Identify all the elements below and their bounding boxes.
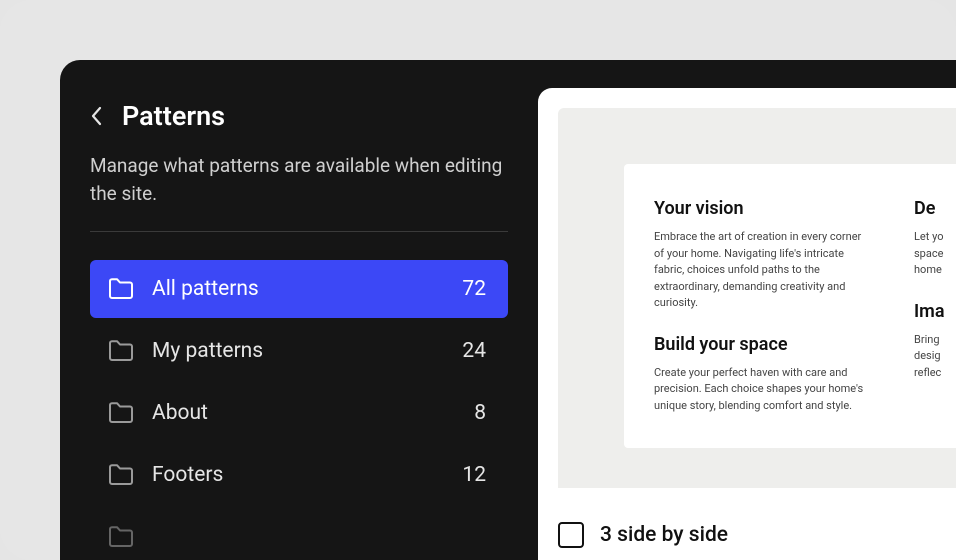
- preview-block: Your vision Embrace the art of creation …: [654, 198, 874, 312]
- nav-list: All patterns 72 My patterns 24: [90, 260, 508, 560]
- sidebar-item-partial[interactable]: [90, 508, 508, 560]
- folder-icon: [108, 464, 134, 486]
- block-heading: De: [914, 198, 956, 219]
- outer-card: Patterns Manage what patterns are availa…: [0, 0, 956, 560]
- sidebar-item-label: About: [152, 401, 208, 425]
- sidebar-item-label: Footers: [152, 463, 223, 487]
- block-body: Bring desig reflec: [914, 332, 956, 382]
- page-description: Manage what patterns are available when …: [90, 152, 508, 207]
- page-title: Patterns: [122, 100, 225, 132]
- sidebar-item-my-patterns[interactable]: My patterns 24: [90, 322, 508, 380]
- block-heading: Ima: [914, 301, 956, 322]
- sidebar-item-count: 8: [474, 401, 486, 425]
- sidebar-item-count: 12: [462, 463, 486, 487]
- pattern-caption: 3 side by side: [600, 523, 728, 547]
- sidebar-item-footers[interactable]: Footers 12: [90, 446, 508, 504]
- pattern-checkbox[interactable]: [558, 522, 584, 548]
- block-heading: Build your space: [654, 334, 874, 355]
- divider: [90, 231, 508, 232]
- sidebar: Patterns Manage what patterns are availa…: [60, 60, 538, 560]
- sidebar-header: Patterns: [90, 100, 508, 132]
- block-body: Let yo space home: [914, 229, 956, 279]
- preview-block: Build your space Create your perfect hav…: [654, 334, 874, 415]
- sidebar-item-count: 24: [462, 339, 486, 363]
- preview-panel: Your vision Embrace the art of creation …: [538, 88, 956, 560]
- app-window: Patterns Manage what patterns are availa…: [60, 60, 956, 560]
- preview-column-2: De Let yo space home Ima Bring desig ref…: [914, 198, 956, 414]
- pattern-preview[interactable]: Your vision Embrace the art of creation …: [558, 108, 956, 488]
- sidebar-item-count: 72: [462, 277, 486, 301]
- folder-icon: [108, 340, 134, 362]
- block-body: Embrace the art of creation in every cor…: [654, 229, 874, 312]
- folder-icon: [108, 278, 134, 300]
- block-heading: Your vision: [654, 198, 874, 219]
- sidebar-item-all-patterns[interactable]: All patterns 72: [90, 260, 508, 318]
- folder-icon: [108, 526, 134, 548]
- pattern-card: Your vision Embrace the art of creation …: [624, 164, 956, 448]
- preview-column-1: Your vision Embrace the art of creation …: [654, 198, 874, 414]
- block-body: Create your perfect haven with care and …: [654, 365, 874, 415]
- sidebar-item-label: My patterns: [152, 339, 263, 363]
- back-icon[interactable]: [90, 104, 104, 128]
- sidebar-item-about[interactable]: About 8: [90, 384, 508, 442]
- preview-block: Ima Bring desig reflec: [914, 301, 956, 382]
- sidebar-item-label: All patterns: [152, 277, 259, 301]
- preview-block: De Let yo space home: [914, 198, 956, 279]
- pattern-caption-row: 3 side by side: [558, 522, 728, 548]
- folder-icon: [108, 402, 134, 424]
